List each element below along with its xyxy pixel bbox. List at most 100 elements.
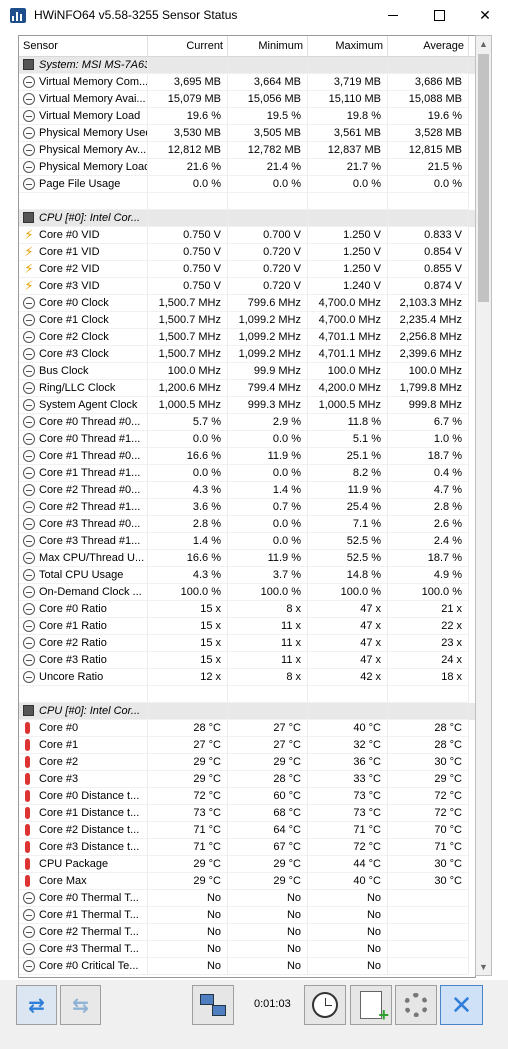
average-value: 0.0 % [388,176,469,193]
sensor-row[interactable]: Core #0 28 °C 27 °C 40 °C 28 °C [19,720,475,737]
sensor-row[interactable]: Core #0 Ratio 15 x8 x 47 x 21 x [19,601,475,618]
current-value: 3,530 MB [148,125,228,142]
sensor-row[interactable]: Core #2 29 °C 29 °C 36 °C 30 °C [19,754,475,771]
average-value: 23 x [388,635,469,652]
sensor-row[interactable]: Physical Memory Load 21.6 % 21.4 % 21.7 % 21… [19,159,475,176]
scroll-down-arrow-icon[interactable]: ▼ [476,959,491,975]
sensor-row[interactable]: Core #2 Thermal T... No No No [19,924,475,941]
average-value: 15,088 MB [388,91,469,108]
sensor-row[interactable]: Core #1 Thread #0... 16.6 % 11.9 % 25.1 % 18… [19,448,475,465]
window-title: HWiNFO64 v5.58-3255 Sensor Status [34,8,238,22]
scroll-up-arrow-icon[interactable]: ▲ [476,36,491,52]
sensor-row[interactable]: Core #3 Thermal T... No No No [19,941,475,958]
sensor-row[interactable]: Core #2 Ratio 15 x 11 x 47 x 23 x [19,635,475,652]
sensor-row[interactable]: Virtual Memory Com... 3,695 MB 3,664 MB 3,7… [19,74,475,91]
sensor-row[interactable]: Core #2 Thread #0... 4.3 % 1.4 % 11.9 % 4.7 … [19,482,475,499]
close-sensors-button[interactable]: ✕ [440,985,483,1025]
sensor-group-row[interactable]: System: MSI MS-7A63 [19,57,475,74]
maximum-value: 47 x [308,601,388,618]
sensor-row[interactable]: Core #3 Distance t... 71 °C 67 °C 72 °C 71 °… [19,839,475,856]
sensor-row[interactable]: Virtual Memory Load 19.6 % 19.5 % 19.8 % 19.… [19,108,475,125]
sensor-row[interactable]: ⚡ Core #0 VID 0.750 V 0.700 V 1.250 V 0.833 V [19,227,475,244]
network-button[interactable] [192,985,234,1025]
maximum-value [308,210,388,227]
sensor-row[interactable]: Max CPU/Thread U... 16.6 % 11.9 % 52.5 % 18.… [19,550,475,567]
sensor-row[interactable]: Physical Memory Used 3,530 MB 3,505 MB 3,56… [19,125,475,142]
current-value: 1,500.7 MHz [148,346,228,363]
sensor-row[interactable]: Core #0 Thread #1... 0.0 % 0.0 % 5.1 % 1.0 % [19,431,475,448]
sensor-row[interactable]: Core #0 Critical Te... No No No [19,958,475,975]
blank-cell [19,686,148,703]
maximum-value: 15,110 MB [308,91,388,108]
column-header-current[interactable]: Current [148,36,228,56]
sensor-row[interactable]: Core #1 Ratio 15 x 11 x 47 x 22 x [19,618,475,635]
current-value: 4.3 % [148,567,228,584]
navigate-left-right-button[interactable]: ⇄ [16,985,57,1025]
average-value: 28 °C [388,720,469,737]
minimum-value: 8 x [228,601,308,618]
sensor-row[interactable]: Core #1 Thread #1... 0.0 % 0.0 % 8.2 % 0.4 % [19,465,475,482]
scroll-thumb[interactable] [478,54,489,302]
sensor-row[interactable]: Core #0 Thermal T... No No No [19,890,475,907]
column-header-maximum[interactable]: Maximum [308,36,388,56]
sensor-row[interactable]: Core Max 29 °C 29 °C 40 °C 30 °C [19,873,475,890]
column-header-average[interactable]: Average [388,36,469,56]
sensor-row[interactable]: On-Demand Clock ... 100.0 % 100.0 % 100.0 %… [19,584,475,601]
sensor-row[interactable]: Core #2 Thread #1... 3.6 % 0.7 % 25.4 % 2.8 … [19,499,475,516]
sensor-label: Core #1 [39,739,79,751]
sensor-row[interactable]: ⚡ Core #3 VID 0.750 V 0.720 V 1.240 V 0.874 V [19,278,475,295]
maximum-value [308,703,388,720]
sensor-row[interactable]: Core #3 29 °C 28 °C 33 °C 29 °C [19,771,475,788]
sensor-row[interactable]: Core #0 Clock 1,500.7 MHz 799.6 MHz 4,700.0… [19,295,475,312]
navigate-collapse-button[interactable]: ⇆ [60,985,101,1025]
sensor-row[interactable]: Virtual Memory Avai... 15,079 MB 15,056 MB… [19,91,475,108]
sensor-group-row[interactable]: CPU [#0]: Intel Cor... [19,703,475,720]
settings-button[interactable] [395,985,437,1025]
maximize-button[interactable] [416,0,462,31]
sensor-row[interactable]: System Agent Clock 1,000.5 MHz 999.3 MHz 1,… [19,397,475,414]
sensor-name: Core #3 [19,771,148,788]
sensor-row[interactable]: Ring/LLC Clock 1,200.6 MHz 799.4 MHz 4,200.… [19,380,475,397]
sensor-row[interactable]: Core #1 Clock 1,500.7 MHz 1,099.2 MHz 4,700… [19,312,475,329]
sensor-row[interactable]: Core #3 Thread #0... 2.8 % 0.0 % 7.1 % 2.6 % [19,516,475,533]
minimum-value: 999.3 MHz [228,397,308,414]
sensor-row[interactable]: Page File Usage 0.0 % 0.0 % 0.0 % 0.0 % [19,176,475,193]
sensor-row[interactable]: ⚡ Core #1 VID 0.750 V 0.720 V 1.250 V 0.854 V [19,244,475,261]
thermometer-icon [25,858,30,870]
sensor-row[interactable]: Physical Memory Av... 12,812 MB 12,782 MB 1… [19,142,475,159]
sensor-row[interactable]: Total CPU Usage 4.3 % 3.7 % 14.8 % 4.9 % [19,567,475,584]
sensor-row[interactable]: CPU Package 29 °C 29 °C 44 °C 30 °C [19,856,475,873]
sensor-row[interactable]: ⚡ Core #2 VID 0.750 V 0.720 V 1.250 V 0.855 V [19,261,475,278]
minimum-value: 0.7 % [228,499,308,516]
clock-icon [23,535,35,547]
column-header-minimum[interactable]: Minimum [228,36,308,56]
sensor-row[interactable]: Uncore Ratio 12 x8 x 42 x 18 x [19,669,475,686]
minimum-value: 0.0 % [228,465,308,482]
sensor-row[interactable]: Bus Clock 100.0 MHz 99.9 MHz 100.0 MHz 100.0… [19,363,475,380]
column-header-sensor[interactable]: Sensor [19,36,148,56]
sensor-row[interactable]: Core #3 Clock 1,500.7 MHz 1,099.2 MHz 4,701… [19,346,475,363]
sensor-row[interactable]: Core #0 Distance t... 72 °C 60 °C 73 °C 72 °… [19,788,475,805]
sensor-row[interactable]: Core #3 Ratio 15 x 11 x 47 x 24 x [19,652,475,669]
sensor-row[interactable]: Core #1 Thermal T... No No No [19,907,475,924]
title-bar[interactable]: HWiNFO64 v5.58-3255 Sensor Status ✕ [0,0,508,31]
sensor-name: Core #1 Thread #1... [19,465,148,482]
sensor-name: Core #3 Distance t... [19,839,148,856]
logging-button[interactable] [350,985,392,1026]
average-value [388,958,469,975]
reset-button[interactable] [304,985,346,1025]
minimize-button[interactable] [370,0,416,31]
average-value: 2.6 % [388,516,469,533]
sensor-row[interactable]: Core #0 Thread #0... 5.7 % 2.9 % 11.8 % 6.7 … [19,414,475,431]
sensor-grid[interactable]: Sensor Current Minimum Maximum Average S… [18,35,476,978]
maximum-value: 0.0 % [308,176,388,193]
close-button[interactable]: ✕ [462,0,508,31]
sensor-row[interactable]: Core #2 Distance t... 71 °C 64 °C 71 °C 70 °… [19,822,475,839]
sensor-row[interactable]: Core #2 Clock 1,500.7 MHz 1,099.2 MHz 4,701… [19,329,475,346]
sensor-row[interactable]: Core #1 27 °C 27 °C 32 °C 28 °C [19,737,475,754]
current-value: 3.6 % [148,499,228,516]
sensor-group-row[interactable]: CPU [#0]: Intel Cor... [19,210,475,227]
sensor-row[interactable]: Core #3 Thread #1... 1.4 % 0.0 % 52.5 % 2.4 … [19,533,475,550]
sensor-row[interactable]: Core #1 Distance t... 73 °C 68 °C 73 °C 72 °… [19,805,475,822]
vertical-scrollbar[interactable]: ▲ ▼ [475,35,492,976]
